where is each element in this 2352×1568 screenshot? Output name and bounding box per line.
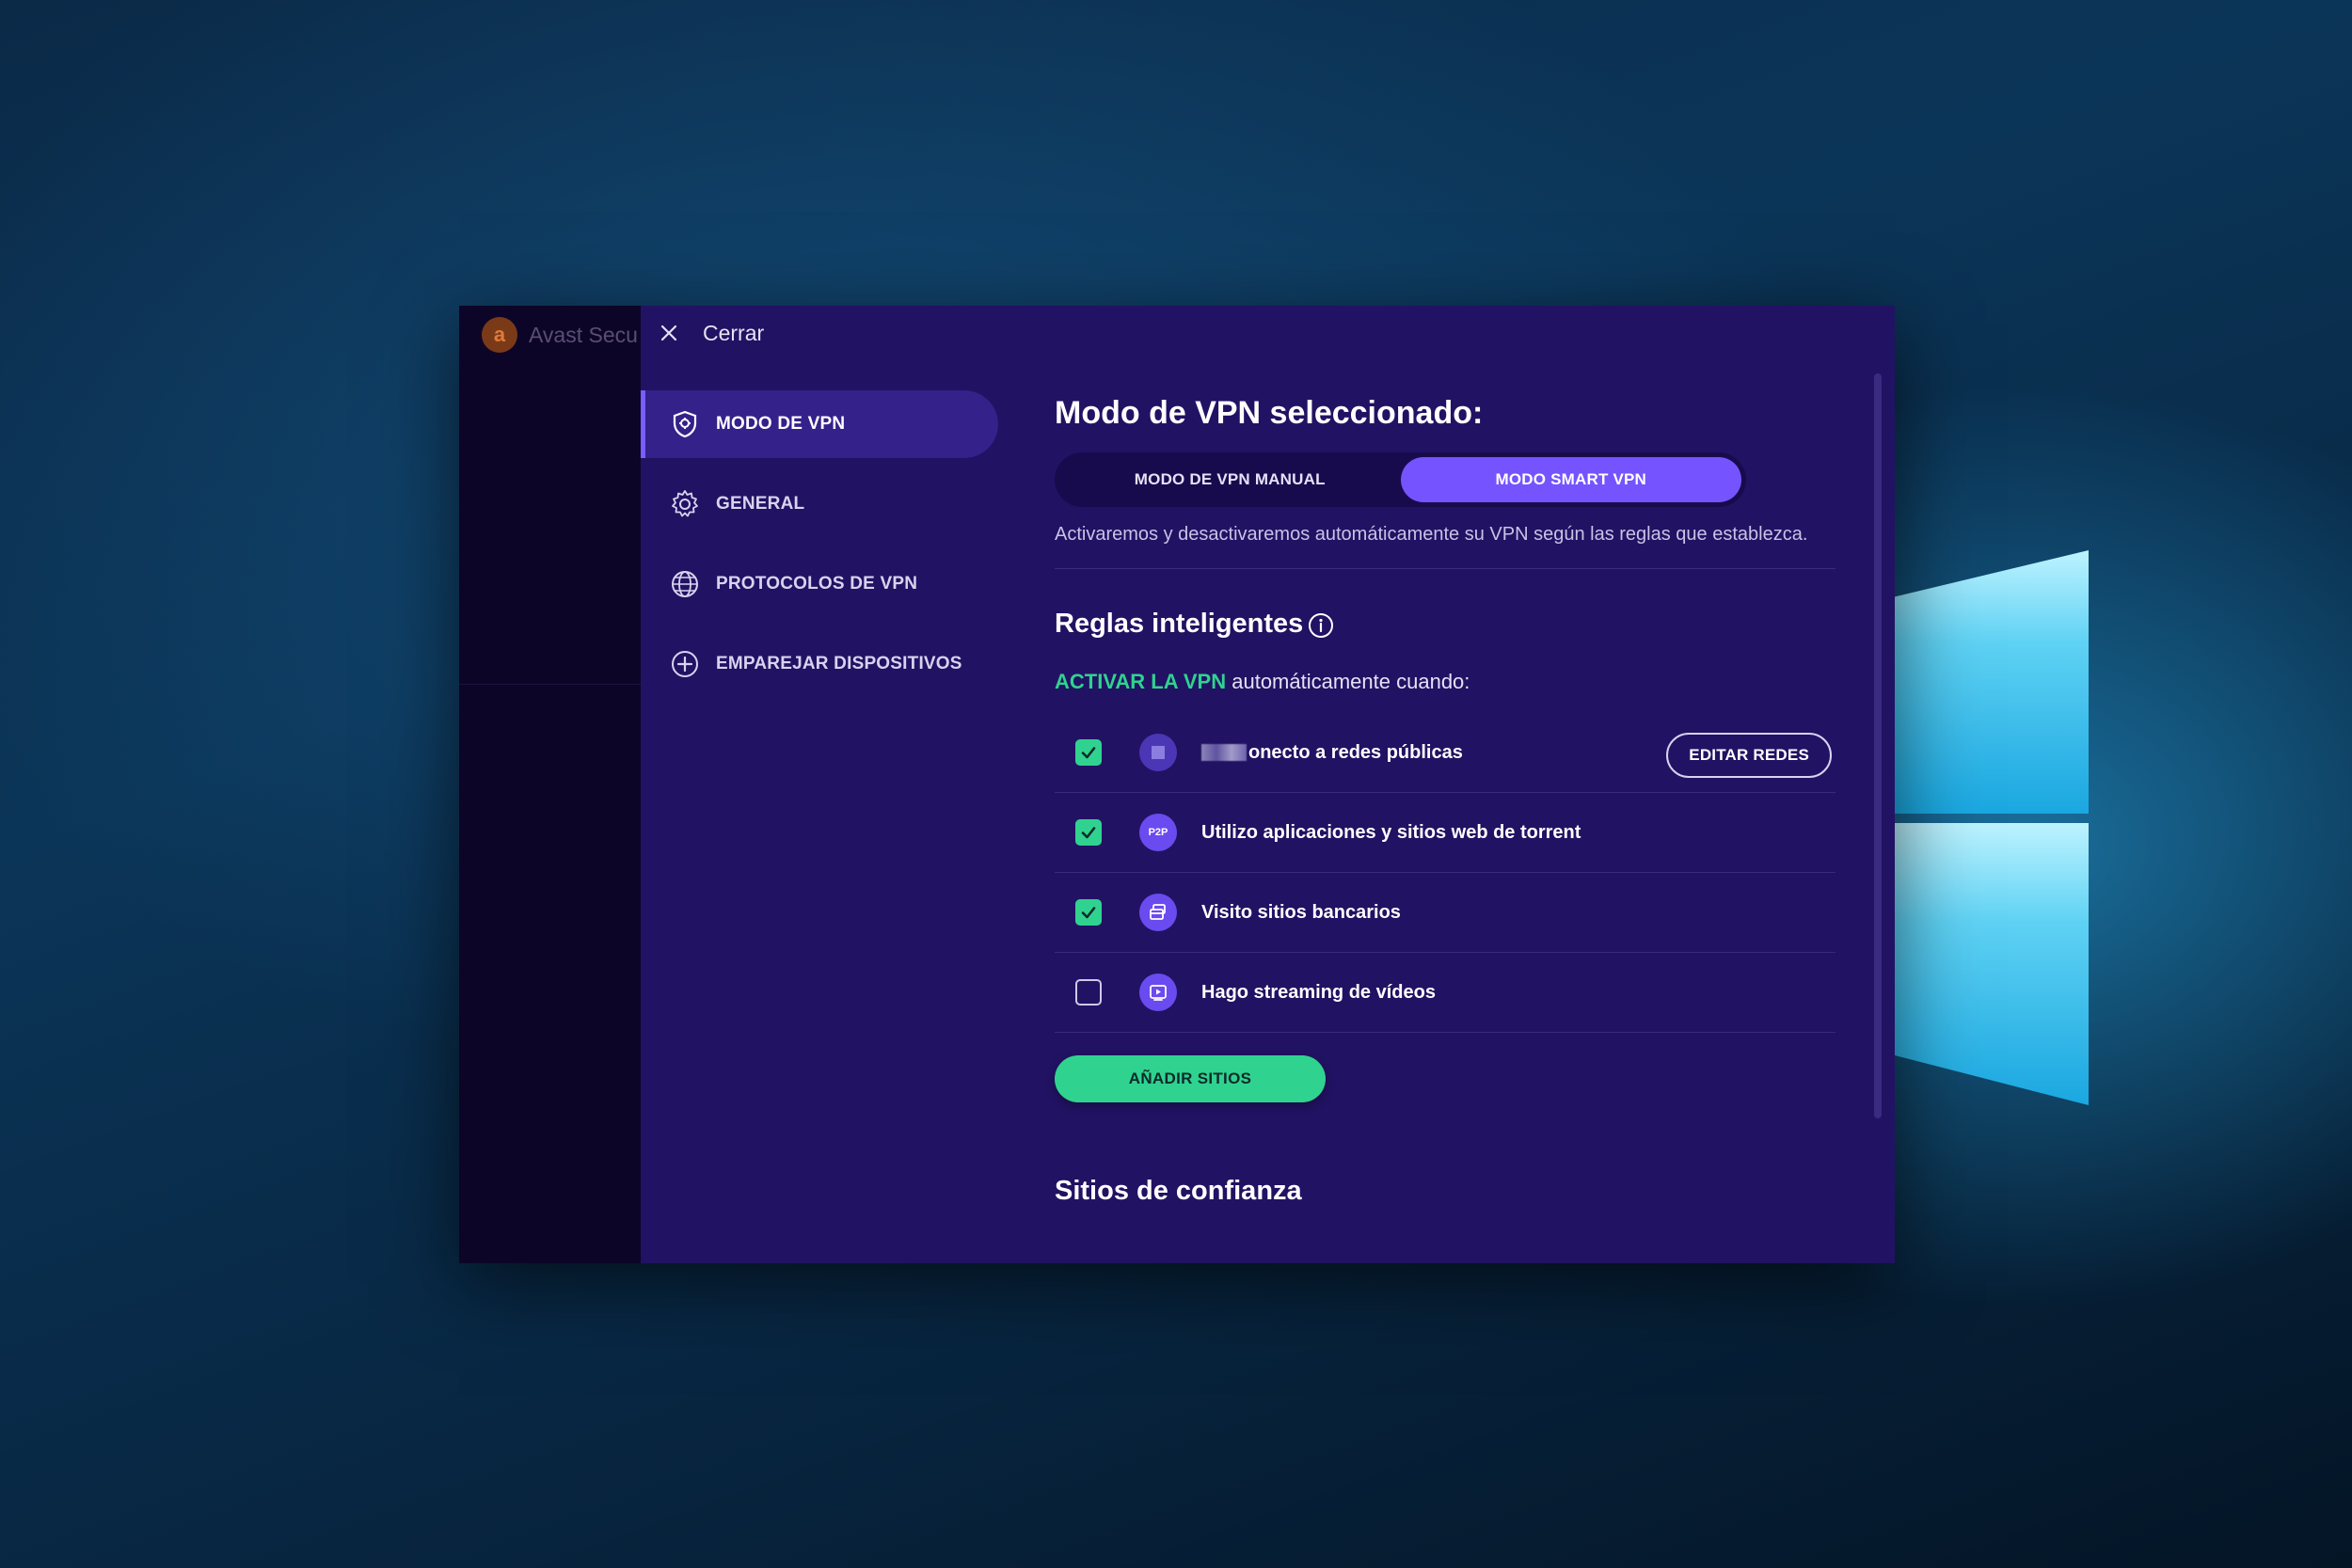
- rule-public-networks: onecto a redes públicas EDITAR REDES: [1055, 713, 1836, 793]
- avast-logo-icon: a: [482, 317, 517, 353]
- nav-item-label: MODO DE VPN: [716, 414, 846, 434]
- trusted-sites-title: Sitios de confianza: [1055, 1176, 1302, 1206]
- windows-logo-pane-bottom: [1891, 823, 2089, 1105]
- rule-label: onecto a redes públicas: [1201, 742, 1463, 764]
- globe-icon: [669, 568, 701, 600]
- smart-rules-title: Reglas inteligentes: [1055, 609, 1304, 639]
- trigger-highlight: ACTIVAR LA VPN: [1055, 670, 1227, 693]
- nav-item-label: PROTOCOLOS DE VPN: [716, 574, 918, 594]
- bank-card-icon: [1139, 894, 1177, 931]
- rule-streaming: Hago streaming de vídeos: [1055, 953, 1836, 1033]
- nav-item-general[interactable]: GENERAL: [641, 470, 998, 538]
- mode-description: Activaremos y desactivaremos automáticam…: [1055, 524, 1808, 545]
- p2p-icon: P2P: [1139, 814, 1177, 851]
- settings-panel: Cerrar MODO DE VPN GENERAL PROTOCOLOS DE…: [641, 306, 1895, 1263]
- trigger-text: ACTIVAR LA VPN automáticamente cuando:: [1055, 670, 1836, 694]
- public-network-icon: [1139, 734, 1177, 771]
- section-divider: [1055, 568, 1836, 569]
- rule-banking: Visito sitios bancarios: [1055, 873, 1836, 953]
- scrollbar[interactable]: [1874, 373, 1882, 1118]
- smart-rules-list: onecto a redes públicas EDITAR REDES P2P…: [1055, 713, 1836, 1033]
- settings-topbar: Cerrar: [641, 306, 1895, 360]
- shield-icon: [669, 408, 701, 440]
- rule-public-networks-label: onecto a redes públicas: [1248, 741, 1463, 763]
- close-icon[interactable]: [656, 320, 682, 346]
- redacted-text: [1201, 744, 1247, 761]
- video-play-icon: [1139, 974, 1177, 1011]
- close-button[interactable]: Cerrar: [703, 321, 764, 346]
- app-brand: a Avast Secu: [482, 315, 638, 355]
- info-icon[interactable]: [1307, 610, 1335, 639]
- trigger-rest: automáticamente cuando:: [1226, 670, 1470, 693]
- rule-streaming-label: Hago streaming de vídeos: [1201, 981, 1436, 1003]
- rule-torrent-label: Utilizo aplicaciones y sitios web de tor…: [1201, 821, 1581, 843]
- rule-banking-label: Visito sitios bancarios: [1201, 901, 1401, 923]
- smart-vpn-mode-option[interactable]: MODO SMART VPN: [1400, 457, 1741, 502]
- rule-checkbox[interactable]: [1075, 979, 1102, 1006]
- app-sidebar-dark: a Avast Secu: [459, 306, 641, 1263]
- nav-item-vpn-protocols[interactable]: PROTOCOLOS DE VPN: [641, 550, 998, 618]
- rule-checkbox[interactable]: [1075, 819, 1102, 846]
- rule-checkbox[interactable]: [1075, 739, 1102, 766]
- edit-networks-button[interactable]: EDITAR REDES: [1666, 733, 1832, 778]
- rule-torrent: P2P Utilizo aplicaciones y sitios web de…: [1055, 793, 1836, 873]
- settings-nav: MODO DE VPN GENERAL PROTOCOLOS DE VPN EM…: [641, 390, 998, 710]
- manual-vpn-mode-option[interactable]: MODO DE VPN MANUAL: [1059, 457, 1401, 502]
- windows-logo: [1891, 513, 2296, 1105]
- nav-item-label: EMPAREJAR DISPOSITIVOS: [716, 654, 962, 673]
- nav-item-vpn-mode[interactable]: MODO DE VPN: [641, 390, 998, 458]
- windows-logo-pane-top: [1891, 550, 2089, 814]
- smart-rules-heading: Reglas inteligentes: [1055, 609, 1836, 640]
- sidebar-divider: [459, 684, 641, 685]
- gear-icon: [669, 488, 701, 520]
- nav-item-pair-devices[interactable]: EMPAREJAR DISPOSITIVOS: [641, 630, 998, 698]
- nav-item-label: GENERAL: [716, 494, 805, 514]
- add-sites-button[interactable]: AÑADIR SITIOS: [1055, 1055, 1326, 1102]
- vpn-mode-toggle: MODO DE VPN MANUAL MODO SMART VPN: [1055, 452, 1746, 507]
- app-window: a Avast Secu Cerrar MODO DE VPN GENERAL …: [459, 306, 1895, 1263]
- plus-circle-icon: [669, 648, 701, 680]
- page-title: Modo de VPN seleccionado:: [1055, 395, 1484, 431]
- rule-checkbox[interactable]: [1075, 899, 1102, 926]
- app-title: Avast Secu: [529, 322, 638, 347]
- vpn-mode-content: Modo de VPN seleccionado: MODO DE VPN MA…: [1055, 395, 1836, 1207]
